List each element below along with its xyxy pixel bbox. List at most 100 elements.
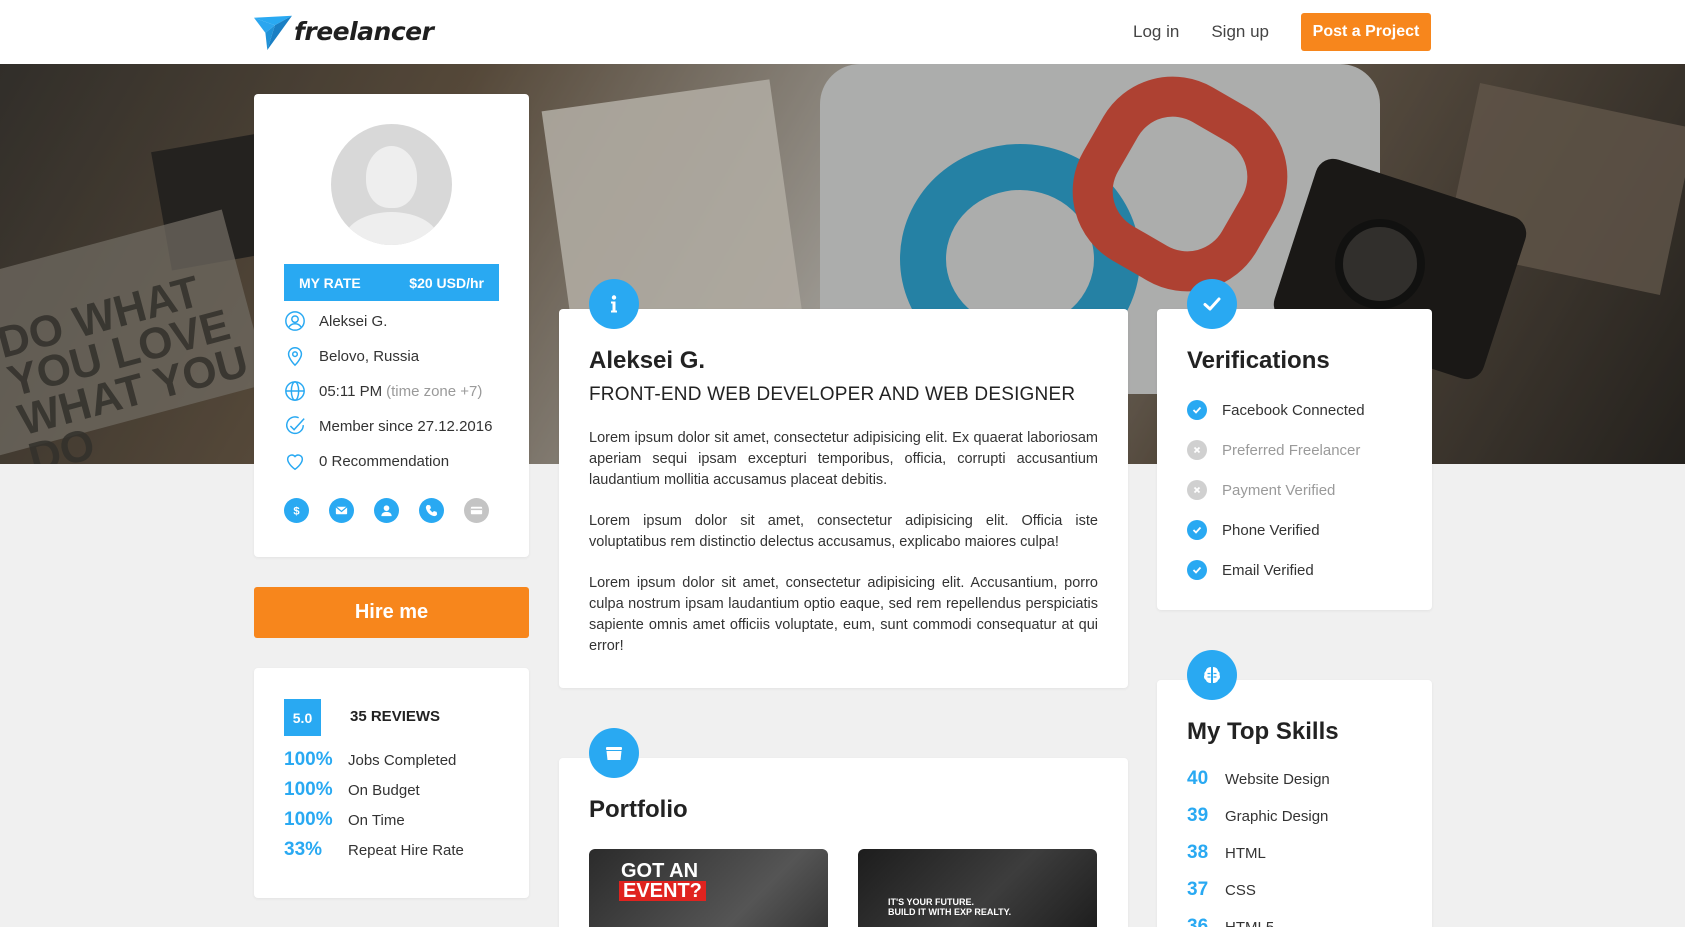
svg-text:$: $ (293, 506, 300, 518)
x-glyph (1193, 486, 1201, 494)
heart-icon (286, 454, 304, 471)
skill-item[interactable]: 40 Website Design (1187, 768, 1330, 790)
verification-label: Facebook Connected (1222, 401, 1365, 419)
stat-percent: 100% (284, 809, 333, 830)
info-glyph (611, 295, 617, 313)
profile-member-since: Member since 27.12.2016 (319, 417, 493, 435)
dollar-glyph: $ (293, 506, 300, 518)
portfolio-item[interactable]: IT'S YOUR FUTURE. BUILD IT WITH EXP REAL… (858, 849, 1097, 927)
skill-count: 40 (1187, 768, 1209, 789)
stat-label: On Budget (348, 781, 420, 799)
profile-card: MY RATE $20 USD/hr Aleksei G. Belovo, Ru… (254, 94, 529, 557)
profile-name: Aleksei G. (319, 312, 388, 330)
portfolio-item-heading: GOT AN (621, 860, 699, 882)
check-glyph (1192, 526, 1202, 534)
stat-row: 100% Jobs Completed (284, 749, 456, 771)
user-icon[interactable] (374, 498, 399, 523)
skill-label: HTML (1225, 844, 1266, 862)
verification-item: Preferred Freelancer (1187, 440, 1360, 460)
avatar-head (366, 146, 417, 208)
brain-icon (1187, 650, 1237, 700)
phone-glyph (425, 504, 438, 517)
freelancer-bird-icon (254, 15, 292, 50)
avatar-body (343, 212, 440, 245)
check-circle-icon (286, 416, 305, 435)
globe-icon (285, 381, 305, 401)
brain-glyph (1204, 667, 1220, 683)
login-link[interactable]: Log in (1133, 22, 1179, 42)
profile-time: 05:11 PM (319, 382, 383, 400)
info-member-row: Member since 27.12.2016 (284, 414, 492, 438)
stat-percent: 33% (284, 839, 323, 860)
skill-label: Website Design (1225, 770, 1330, 788)
location-pin-icon (287, 347, 303, 367)
folder-glyph (606, 747, 622, 760)
reviews-count[interactable]: 35 REVIEWS (350, 708, 440, 725)
skill-item[interactable]: 38 HTML (1187, 842, 1266, 864)
x-icon (1187, 440, 1207, 460)
check-icon (1187, 400, 1207, 420)
skill-item[interactable]: 39 Graphic Design (1187, 805, 1328, 827)
verification-label: Payment Verified (1222, 481, 1336, 499)
post-project-button[interactable]: Post a Project (1301, 13, 1431, 51)
verification-item: Phone Verified (1187, 520, 1320, 540)
skill-label: HTML5 (1225, 918, 1275, 927)
about-name: Aleksei G. (589, 347, 706, 374)
verifications-card: Verifications Facebook Connected Preferr… (1157, 309, 1432, 610)
rate-label: MY RATE (299, 274, 361, 291)
portfolio-item-caption: IT'S YOUR FUTURE. BUILD IT WITH EXP REAL… (888, 897, 1012, 917)
signup-link[interactable]: Sign up (1211, 22, 1269, 42)
about-paragraph: Lorem ipsum dolor sit amet, consectetur … (589, 575, 1098, 654)
skill-label: CSS (1225, 881, 1256, 899)
info-icon (589, 279, 639, 329)
verification-label: Email Verified (1222, 561, 1314, 579)
skill-count: 36 (1187, 916, 1209, 927)
phone-icon[interactable] (419, 498, 444, 523)
avatar (331, 124, 452, 245)
header-nav: Log in Sign up Post a Project (1101, 13, 1431, 51)
skill-count: 39 (1187, 805, 1209, 826)
about-paragraph: Lorem ipsum dolor sit amet, consectetur … (589, 430, 1098, 488)
checkmark-icon (1187, 279, 1237, 329)
skill-item[interactable]: 36 HTML5 (1187, 916, 1274, 927)
rating-score-badge: 5.0 (284, 699, 321, 736)
stat-label: On Time (348, 811, 405, 829)
stat-row: 100% On Time (284, 809, 405, 831)
hire-me-button[interactable]: Hire me (254, 587, 529, 638)
verification-item: Facebook Connected (1187, 400, 1365, 420)
portfolio-item[interactable]: GOT AN EVENT? (589, 849, 828, 927)
stat-percent: 100% (284, 749, 333, 770)
stat-row: 33% Repeat Hire Rate (284, 839, 464, 861)
check-glyph (1192, 566, 1202, 574)
card-icon[interactable] (464, 498, 489, 523)
freelancer-logo[interactable]: freelancer (254, 12, 434, 50)
about-job-title: FRONT-END WEB DEVELOPER AND WEB DESIGNER (589, 384, 1076, 405)
portfolio-card: Portfolio GOT AN EVENT? IT'S YOUR FUTURE… (559, 758, 1128, 927)
about-card: Aleksei G. FRONT-END WEB DEVELOPER AND W… (559, 309, 1128, 688)
top-nav: freelancer Log in Sign up Post a Project (0, 0, 1685, 64)
logo-text: freelancer (294, 16, 434, 46)
card-glyph (470, 506, 483, 515)
profile-timezone: (time zone +7) (386, 382, 483, 400)
checkmark-glyph (1203, 297, 1221, 311)
user-glyph (381, 505, 392, 517)
skills-title: My Top Skills (1187, 718, 1339, 745)
info-recommend-row: 0 Recommendation (284, 449, 449, 473)
portfolio-item-heading: EVENT? (619, 881, 706, 901)
dollar-icon[interactable]: $ (284, 498, 309, 523)
mail-icon[interactable] (329, 498, 354, 523)
check-glyph (1192, 406, 1202, 414)
profile-recommendations: 0 Recommendation (319, 452, 450, 470)
top-skills-card: My Top Skills 40 Website Design 39 Graph… (1157, 680, 1432, 927)
info-time-row: 05:11 PM (time zone +7) (284, 379, 482, 403)
skill-label: Graphic Design (1225, 807, 1329, 825)
x-icon (1187, 480, 1207, 500)
check-icon (1187, 520, 1207, 540)
profile-location: Belovo, Russia (319, 347, 420, 365)
skill-item[interactable]: 37 CSS (1187, 879, 1256, 901)
stat-label: Jobs Completed (348, 751, 457, 769)
stat-percent: 100% (284, 779, 333, 800)
skill-count: 38 (1187, 842, 1209, 863)
mail-glyph (335, 506, 348, 515)
user-circle-icon (285, 311, 305, 331)
